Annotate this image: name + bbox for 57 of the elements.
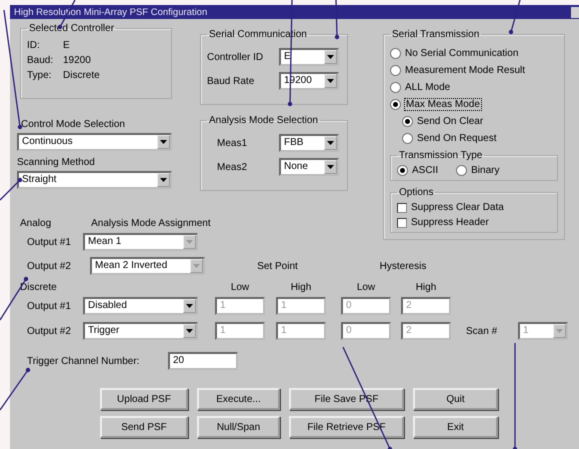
column-heading: Low (356, 282, 376, 293)
section-label: Analog (20, 218, 52, 229)
window-title: High Resolution Mini-Array PSF Configuration (14, 6, 208, 18)
field-label: Baud: (27, 55, 54, 66)
action-button[interactable]: Send PSF (100, 416, 188, 438)
column-heading: Low (230, 282, 250, 293)
field-label: Baud Rate (207, 76, 256, 86)
group-title: Analysis Mode Selection (208, 115, 319, 126)
group-title: Options (398, 187, 434, 198)
field-label: ID: (27, 40, 41, 51)
field-label: Output #1 (26, 236, 72, 248)
field-label: Control Mode Selection (20, 119, 126, 130)
field-label: Output #2 (26, 326, 72, 336)
dropdown[interactable]: Continuous (17, 133, 172, 151)
dropdown[interactable]: E (279, 48, 339, 66)
column-heading: Set Point (257, 260, 298, 272)
field-label: Scan # (466, 326, 498, 336)
column-heading: Hysteresis (380, 260, 426, 272)
radio-button[interactable]: Send On Request (402, 133, 496, 144)
radio-button[interactable]: Send On Clear (402, 116, 484, 127)
number-field[interactable]: 20 (168, 352, 238, 370)
field-value: E (63, 40, 70, 51)
column-heading: Analysis Mode Assignment (91, 218, 211, 229)
dropdown[interactable]: Straight (17, 171, 172, 189)
checkbox[interactable]: Suppress Clear Data (397, 202, 504, 213)
action-button[interactable]: Quit (413, 388, 498, 410)
action-button[interactable]: Execute... (197, 388, 280, 410)
checkbox[interactable]: Suppress Header (397, 217, 489, 228)
leader-line (0, 368, 30, 410)
field-label: Trigger Channel Number: (27, 356, 140, 366)
radio-button[interactable]: Max Meas Mode (390, 99, 481, 110)
field-label: Meas1 (216, 138, 248, 148)
action-button[interactable]: Upload PSF (100, 388, 188, 410)
column-heading: High (290, 282, 312, 293)
dropdown[interactable]: None (279, 158, 339, 176)
field-label: Meas2 (216, 162, 248, 172)
leader-line (0, 178, 22, 200)
field-label: Output #2 (26, 260, 72, 272)
column-heading: High (414, 282, 438, 293)
close-button[interactable] (571, 6, 579, 18)
section-label: Discrete (20, 282, 58, 293)
radio-button[interactable]: No Serial Communication (390, 48, 518, 59)
group-title: Transmission Type (398, 150, 484, 161)
dropdown[interactable]: FBB (279, 134, 339, 152)
field-label: Controller ID (207, 52, 264, 62)
field-value: 19200 (63, 55, 91, 66)
radio-button[interactable]: Binary (456, 165, 500, 176)
action-button[interactable]: Null/Span (197, 416, 280, 438)
field-label: Scanning Method (17, 157, 96, 168)
field-value: Discrete (63, 70, 100, 81)
radio-button[interactable]: Measurement Mode Result (390, 65, 526, 76)
group-title: Serial Transmission (391, 29, 480, 40)
radio-button[interactable]: ASCII (397, 165, 438, 176)
field-label: Type: (27, 70, 52, 81)
field-label: Output #1 (26, 300, 72, 312)
action-button[interactable]: Exit (413, 416, 498, 438)
radio-button[interactable]: ALL Mode (390, 82, 450, 93)
